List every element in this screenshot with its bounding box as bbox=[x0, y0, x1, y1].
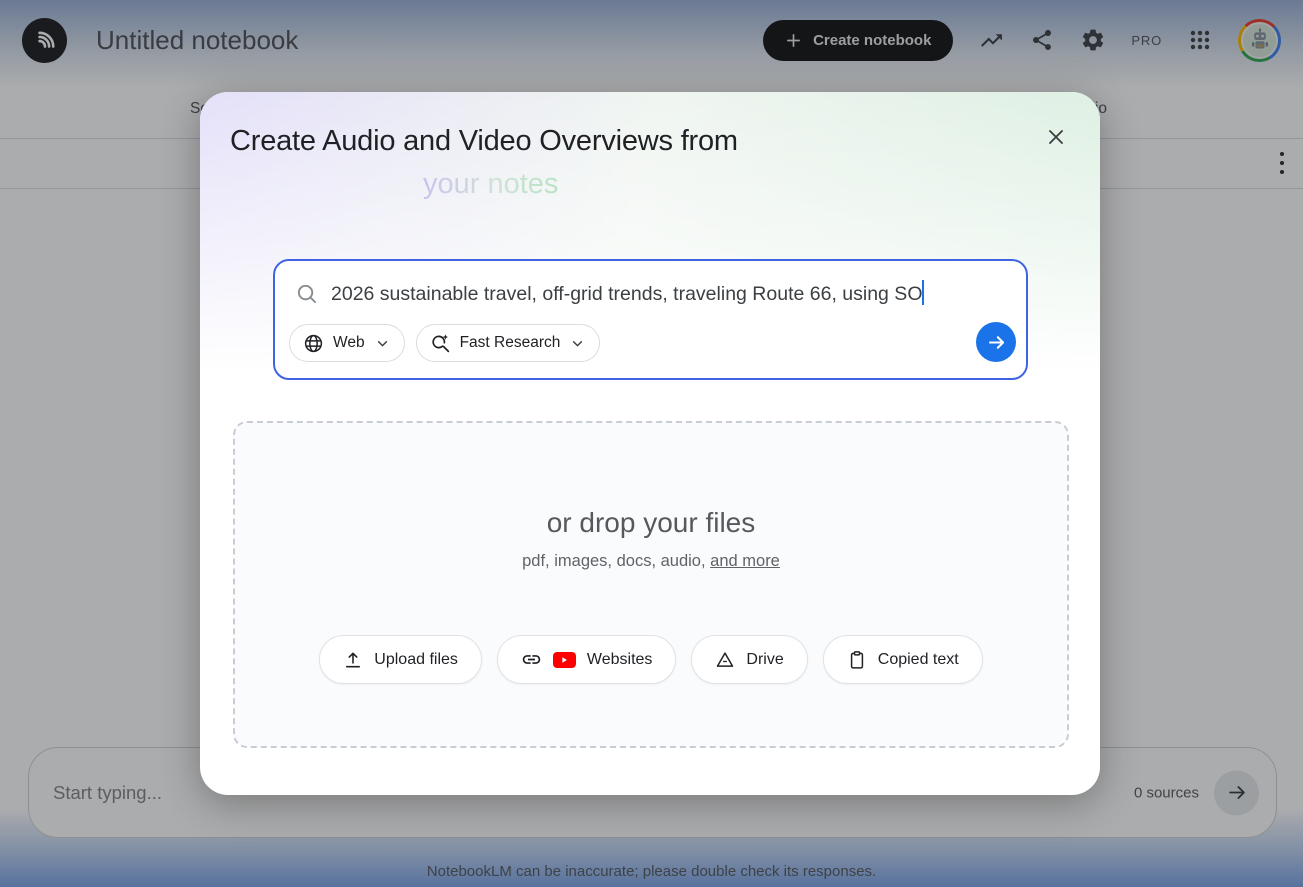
modal-title-line2: your notes bbox=[423, 168, 558, 201]
copied-text-button[interactable]: Copied text bbox=[823, 635, 983, 684]
and-more-link[interactable]: and more bbox=[710, 552, 780, 570]
source-scope-chip[interactable]: Web bbox=[289, 324, 405, 362]
chevron-down-icon bbox=[569, 335, 586, 352]
arrow-right-icon bbox=[986, 332, 1007, 353]
create-overview-modal: Create Audio and Video Overviews from yo… bbox=[200, 92, 1100, 795]
upload-icon bbox=[343, 650, 363, 670]
upload-files-button[interactable]: Upload files bbox=[319, 635, 482, 684]
link-icon bbox=[521, 649, 542, 670]
youtube-icon bbox=[553, 652, 576, 668]
source-buttons-row: Upload files Websites Drive bbox=[235, 635, 1067, 684]
clipboard-icon bbox=[847, 650, 867, 670]
dropzone-title: or drop your files bbox=[235, 507, 1067, 539]
websites-button[interactable]: Websites bbox=[497, 635, 677, 684]
research-query-input[interactable]: 2026 sustainable travel, off-grid trends… bbox=[331, 280, 924, 306]
drive-icon bbox=[715, 650, 735, 670]
research-mode-chip[interactable]: Fast Research bbox=[416, 324, 601, 362]
submit-research-button[interactable] bbox=[976, 322, 1016, 362]
research-query-box: 2026 sustainable travel, off-grid trends… bbox=[273, 259, 1028, 380]
drive-button[interactable]: Drive bbox=[691, 635, 807, 684]
dropzone-subtitle: pdf, images, docs, audio, and more bbox=[235, 552, 1067, 571]
file-dropzone[interactable]: or drop your files pdf, images, docs, au… bbox=[233, 421, 1069, 748]
search-sparkle-icon bbox=[430, 333, 451, 354]
search-icon bbox=[295, 282, 318, 305]
query-option-chips: Web Fast Research bbox=[289, 324, 600, 362]
modal-title-line1: Create Audio and Video Overviews from bbox=[230, 125, 738, 158]
chevron-down-icon bbox=[374, 335, 391, 352]
close-icon[interactable] bbox=[1041, 122, 1071, 152]
globe-icon bbox=[303, 333, 324, 354]
text-caret bbox=[922, 280, 924, 305]
